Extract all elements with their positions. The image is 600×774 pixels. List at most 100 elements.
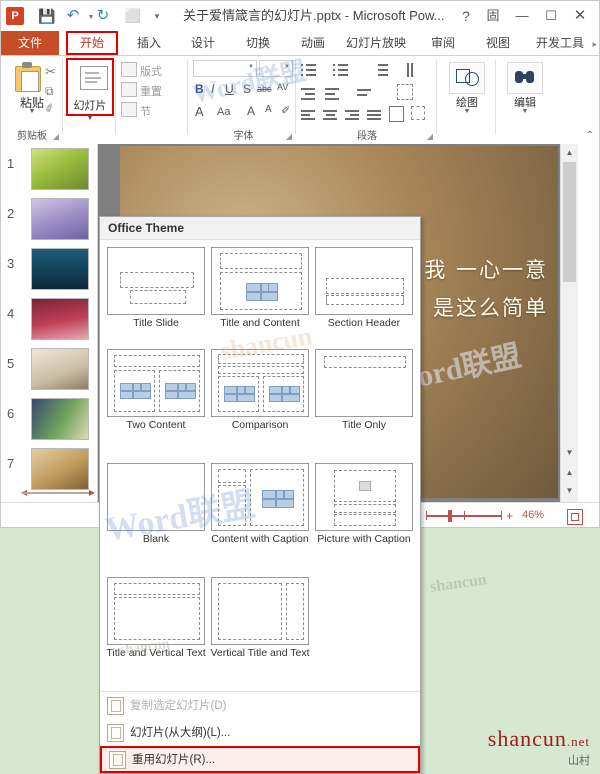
slide-text-line-2[interactable]: 是这么简单 bbox=[433, 292, 548, 322]
list-item[interactable]: 4 bbox=[1, 296, 97, 344]
zoom-percent-label[interactable]: 46% bbox=[522, 509, 544, 521]
tab-slideshow[interactable]: 幻灯片放映 bbox=[341, 31, 411, 55]
shapes-icon[interactable] bbox=[449, 62, 485, 94]
paste-icon[interactable] bbox=[13, 62, 41, 92]
tab-design[interactable]: 设计 bbox=[181, 31, 225, 55]
previous-slide-icon[interactable]: ▲ bbox=[561, 464, 578, 481]
slide-thumbnail[interactable] bbox=[31, 248, 89, 290]
close-button[interactable]: ✕ bbox=[568, 6, 592, 26]
slides-button-dropdown-icon[interactable]: ▼ bbox=[64, 112, 116, 124]
next-slide-icon[interactable]: ▼ bbox=[561, 482, 578, 499]
scroll-right-icon[interactable]: ▶ bbox=[89, 488, 95, 497]
text-shadow-button[interactable]: S bbox=[243, 82, 251, 96]
list-item[interactable]: 2 bbox=[1, 196, 97, 244]
zoom-slider-handle[interactable] bbox=[448, 510, 452, 522]
menu-item-slides-from-outline[interactable]: 幻灯片(从大纲)(L)... bbox=[100, 719, 420, 746]
start-slideshow-icon[interactable]: ⬜ bbox=[123, 7, 143, 25]
underline-button[interactable]: U bbox=[225, 82, 234, 96]
reset-button[interactable]: 重置 bbox=[121, 82, 162, 99]
numbering-button[interactable] bbox=[333, 63, 349, 77]
slide-thumbnail[interactable] bbox=[31, 198, 89, 240]
tab-developer[interactable]: 开发工具 bbox=[527, 31, 593, 55]
decrease-indent-button[interactable] bbox=[301, 86, 317, 100]
cut-icon[interactable]: ✂ bbox=[45, 64, 56, 80]
editing-dropdown-icon[interactable]: ▼ bbox=[497, 108, 553, 115]
slide-vertical-scrollbar[interactable]: ▲ ▼ ▲ ▼ bbox=[560, 144, 578, 502]
line-spacing-button[interactable] bbox=[373, 63, 389, 77]
tab-review[interactable]: 审阅 bbox=[421, 31, 465, 55]
tab-view[interactable]: 视图 bbox=[476, 31, 520, 55]
font-dialog-launcher[interactable]: ◢ bbox=[286, 132, 292, 141]
tab-insert[interactable]: 插入 bbox=[127, 31, 171, 55]
text-box-button[interactable] bbox=[411, 106, 427, 120]
ribbon-display-options-button[interactable]: 固 bbox=[481, 6, 505, 26]
justify-button[interactable] bbox=[367, 108, 383, 122]
increase-indent-button[interactable] bbox=[325, 86, 341, 100]
list-item[interactable]: 6 bbox=[1, 396, 97, 444]
slide-thumbnail[interactable] bbox=[31, 348, 89, 390]
save-icon[interactable]: 💾 bbox=[37, 7, 57, 25]
zoom-in-button[interactable]: + bbox=[506, 509, 513, 523]
align-text-button[interactable] bbox=[357, 86, 373, 100]
decrease-font-size-button[interactable]: A bbox=[265, 104, 272, 115]
slide-thumbnail[interactable] bbox=[31, 448, 89, 490]
section-button[interactable]: 节 bbox=[121, 102, 151, 119]
binoculars-icon[interactable] bbox=[507, 62, 543, 94]
bold-button[interactable]: B bbox=[195, 82, 204, 96]
new-slide-layout-gallery[interactable]: Office Theme Title Slide Title and Conte… bbox=[99, 216, 421, 774]
minimize-button[interactable]: — bbox=[510, 6, 534, 26]
slide-thumbnail[interactable] bbox=[31, 398, 89, 440]
zoom-slider[interactable] bbox=[426, 511, 502, 520]
align-left-button[interactable] bbox=[301, 108, 317, 122]
tab-animations[interactable]: 动画 bbox=[291, 31, 335, 55]
collapse-ribbon-icon[interactable]: ⌃ bbox=[586, 130, 594, 141]
fit-to-window-icon[interactable] bbox=[567, 509, 583, 525]
list-item[interactable]: 7 bbox=[1, 446, 97, 494]
change-case-button[interactable]: Aa bbox=[217, 106, 230, 118]
layout-button[interactable]: 版式 bbox=[121, 62, 162, 79]
list-item[interactable]: 1 bbox=[1, 146, 97, 194]
slide-thumbnail[interactable] bbox=[31, 148, 89, 190]
bullets-button[interactable] bbox=[301, 63, 317, 77]
align-right-button[interactable] bbox=[345, 108, 361, 122]
font-family-select[interactable]: ▼ bbox=[193, 60, 257, 77]
italic-button[interactable]: I bbox=[211, 82, 214, 96]
increase-font-size-button[interactable]: A bbox=[247, 104, 255, 118]
menu-item-duplicate-selected-slides[interactable]: 复制选定幻灯片(D) bbox=[100, 692, 420, 719]
scroll-down-icon[interactable]: ▼ bbox=[561, 444, 578, 461]
layout-thumbnail bbox=[211, 247, 309, 315]
text-direction-button[interactable] bbox=[405, 63, 421, 77]
slide-thumbnail-pane[interactable]: 1 2 3 4 5 6 7 ▶ bbox=[1, 144, 98, 502]
tab-file[interactable]: 文件 bbox=[1, 31, 59, 55]
customize-qat-icon[interactable]: ▾ bbox=[147, 7, 167, 25]
tab-overflow-icon[interactable]: ▸ bbox=[592, 39, 597, 50]
convert-smartart-button[interactable] bbox=[397, 84, 413, 100]
help-button[interactable]: ? bbox=[454, 6, 478, 26]
clipboard-dialog-launcher[interactable]: ◢ bbox=[53, 132, 59, 141]
columns-button[interactable] bbox=[389, 106, 405, 122]
redo-icon[interactable]: ↻ bbox=[93, 7, 113, 25]
align-center-button[interactable] bbox=[323, 108, 339, 122]
clear-formatting-button[interactable]: ✐ bbox=[281, 104, 290, 117]
list-item[interactable]: 3 bbox=[1, 246, 97, 294]
drawing-dropdown-icon[interactable]: ▼ bbox=[438, 108, 496, 115]
slide-number: 6 bbox=[7, 406, 15, 421]
slide-text-line-1[interactable]: 我 一心一意 bbox=[424, 254, 548, 284]
menu-item-reuse-slides[interactable]: 重用幻灯片(R)... bbox=[100, 746, 420, 773]
scrollbar-thumb[interactable] bbox=[563, 162, 576, 282]
slide-thumbnail[interactable] bbox=[31, 298, 89, 340]
thumbnail-pane-scrollbar[interactable]: ◀ ▶ bbox=[21, 488, 95, 497]
font-color-button[interactable]: A bbox=[195, 104, 204, 119]
list-item[interactable]: 5 bbox=[1, 346, 97, 394]
tab-transitions[interactable]: 切换 bbox=[236, 31, 280, 55]
strikethrough-button[interactable]: abc bbox=[257, 84, 272, 94]
maximize-button[interactable]: ☐ bbox=[539, 6, 563, 26]
scroll-up-icon[interactable]: ▲ bbox=[561, 144, 578, 161]
copy-icon[interactable]: ⧉ bbox=[45, 84, 54, 99]
font-size-select[interactable]: ▼ bbox=[259, 60, 293, 77]
paragraph-dialog-launcher[interactable]: ◢ bbox=[427, 132, 433, 141]
tab-start[interactable]: 开始 bbox=[66, 31, 118, 55]
undo-icon[interactable]: ↶ bbox=[63, 7, 83, 25]
character-spacing-button[interactable]: AV bbox=[277, 82, 288, 92]
slides-button-label[interactable]: 幻灯片 bbox=[64, 100, 116, 112]
